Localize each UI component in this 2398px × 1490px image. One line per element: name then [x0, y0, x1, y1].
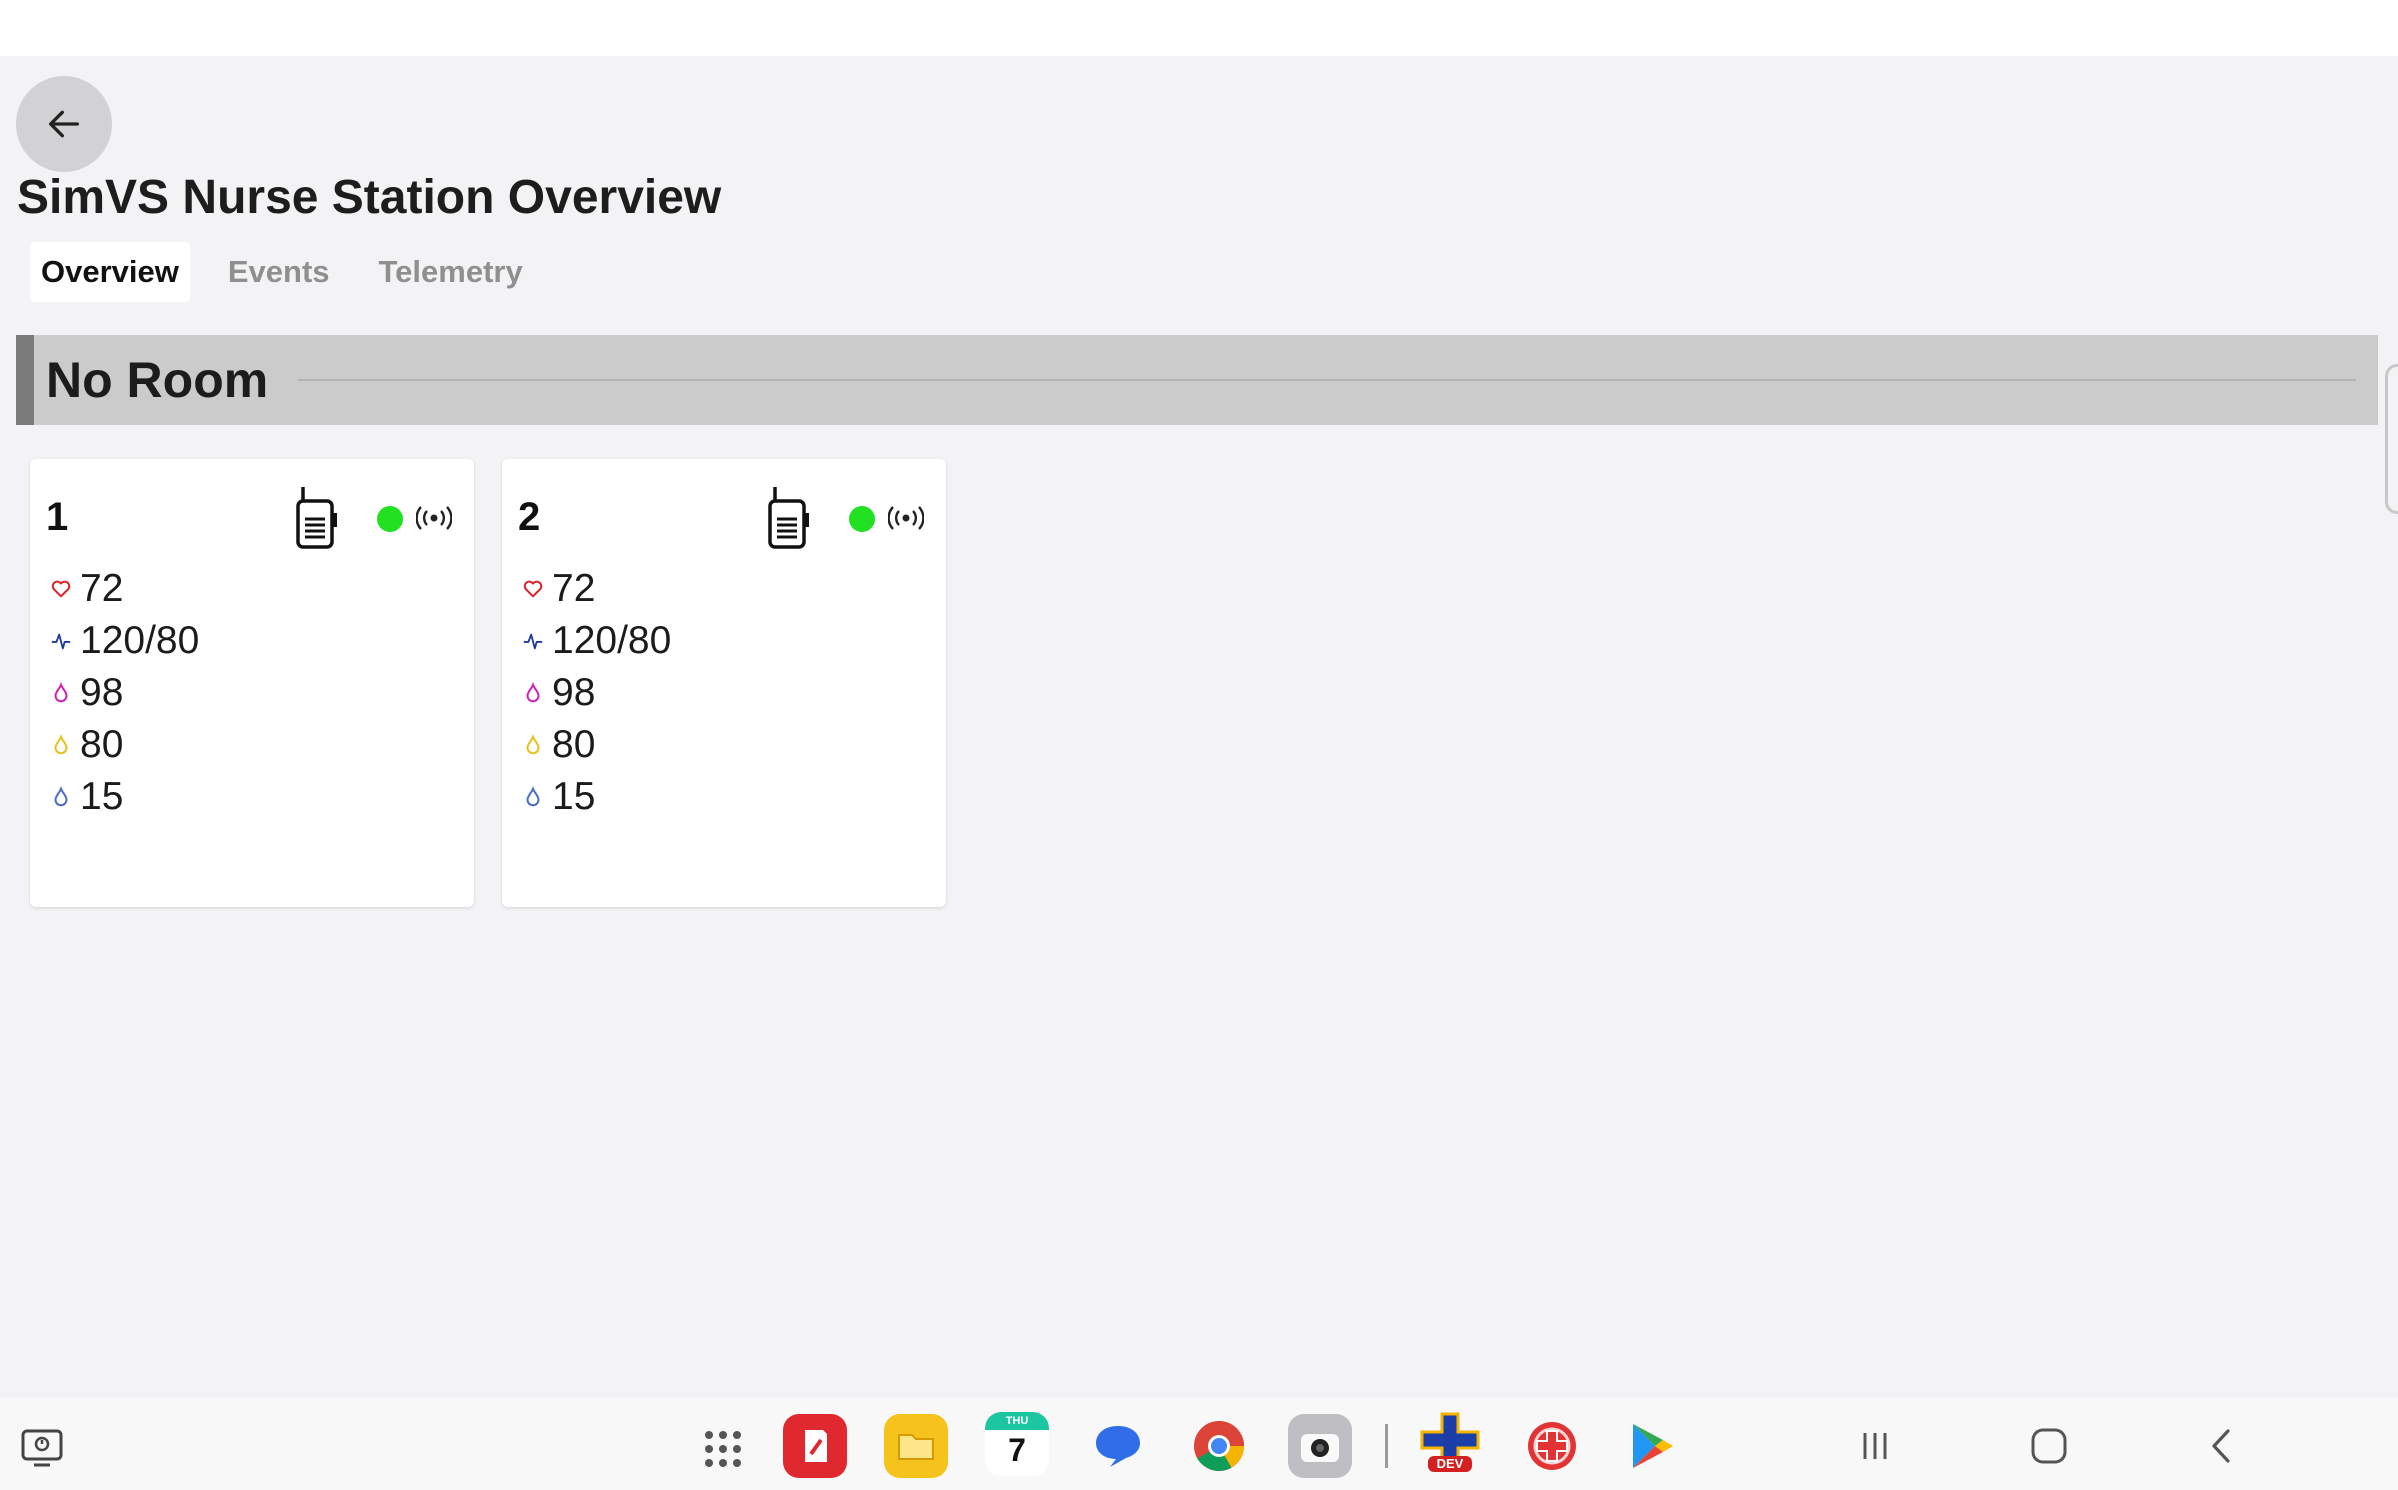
pulse-wave-icon	[523, 633, 543, 650]
vital-4: 80	[522, 719, 671, 771]
vital-blood-pressure: 120/80	[522, 615, 671, 667]
drop-icon	[54, 734, 68, 755]
dev-badge: DEV	[1436, 1456, 1464, 1471]
files-icon[interactable]	[884, 1414, 948, 1478]
edge-panel-handle[interactable]	[2385, 364, 2398, 514]
vital-5-value: 15	[80, 775, 124, 818]
calendar-day: THU	[985, 1412, 1049, 1430]
patient-card[interactable]: 2 72 120/80 98 80 15	[502, 459, 946, 907]
system-back-button[interactable]	[2188, 1413, 2254, 1479]
taskbar-divider	[1385, 1424, 1388, 1468]
broadcast-icon	[416, 506, 452, 530]
vital-5-value: 15	[552, 775, 596, 818]
spo2-value: 98	[80, 671, 124, 714]
simvs-icon[interactable]	[1520, 1414, 1584, 1478]
tab-telemetry[interactable]: Telemetry	[368, 242, 534, 302]
walkie-talkie-icon	[296, 487, 337, 549]
vital-heart-rate: 72	[522, 563, 671, 615]
patient-card[interactable]: 1 72 120/80 98 80 15	[30, 459, 474, 907]
tab-bar: Overview Events Telemetry	[30, 242, 561, 302]
connection-status-dot	[377, 506, 403, 532]
heart-rate-value: 72	[80, 567, 124, 610]
vital-spo2: 98	[522, 667, 671, 719]
drop-icon	[54, 682, 68, 703]
tab-overview[interactable]: Overview	[30, 242, 190, 302]
heart-icon	[523, 580, 543, 598]
recent-apps-icon	[1863, 1433, 1887, 1459]
play-store-icon[interactable]	[1620, 1414, 1684, 1478]
spo2-value: 98	[552, 671, 596, 714]
system-status-bar	[0, 0, 2398, 56]
apps-grid-icon[interactable]	[700, 1426, 746, 1477]
room-title: No Room	[46, 352, 269, 408]
blood-pressure-value: 120/80	[80, 619, 200, 662]
page-title: SimVS Nurse Station Overview	[17, 171, 722, 224]
room-divider	[298, 379, 2356, 381]
tab-events[interactable]: Events	[217, 242, 341, 302]
blood-pressure-value: 120/80	[552, 619, 672, 662]
pulse-wave-icon	[51, 633, 71, 650]
chrome-icon[interactable]	[1187, 1414, 1251, 1478]
patient-id: 2	[518, 495, 541, 539]
room-header: No Room	[16, 335, 2378, 425]
vital-blood-pressure: 120/80	[50, 615, 199, 667]
vitals-list: 72 120/80 98 80 15	[522, 563, 671, 823]
vitals-list: 72 120/80 98 80 15	[50, 563, 199, 823]
home-icon	[2031, 1428, 2067, 1464]
simvs-dev-icon[interactable]: DEV	[1418, 1410, 1482, 1474]
camera-icon[interactable]	[1288, 1414, 1352, 1478]
walkie-talkie-icon	[768, 487, 809, 549]
patient-card-list: 1 72 120/80 98 80 15 2 72 120/80 98 80 1…	[30, 459, 974, 907]
connection-status-dot	[849, 506, 875, 532]
heart-icon	[51, 580, 71, 598]
drop-icon	[54, 786, 68, 807]
heart-rate-value: 72	[552, 567, 596, 610]
arrow-left-icon	[49, 110, 80, 138]
calendar-date: 7	[1008, 1432, 1026, 1468]
vital-spo2: 98	[50, 667, 199, 719]
screen-recorder-icon[interactable]	[20, 1428, 66, 1473]
vital-5: 15	[50, 771, 199, 823]
vital-heart-rate: 72	[50, 563, 199, 615]
patient-id: 1	[46, 495, 69, 539]
vital-4-value: 80	[552, 723, 596, 766]
drop-icon	[526, 682, 540, 703]
calendar-icon[interactable]: THU 7	[985, 1412, 1049, 1476]
vital-4: 80	[50, 719, 199, 771]
home-button[interactable]	[2016, 1413, 2082, 1479]
recent-apps-button[interactable]	[1842, 1413, 1908, 1479]
back-button[interactable]	[16, 76, 112, 172]
broadcast-icon	[888, 506, 924, 530]
drop-icon	[526, 734, 540, 755]
vital-5: 15	[522, 771, 671, 823]
notes-icon[interactable]	[783, 1414, 847, 1478]
drop-icon	[526, 786, 540, 807]
messages-icon[interactable]	[1086, 1414, 1150, 1478]
chevron-left-icon	[2212, 1429, 2230, 1463]
vital-4-value: 80	[80, 723, 124, 766]
